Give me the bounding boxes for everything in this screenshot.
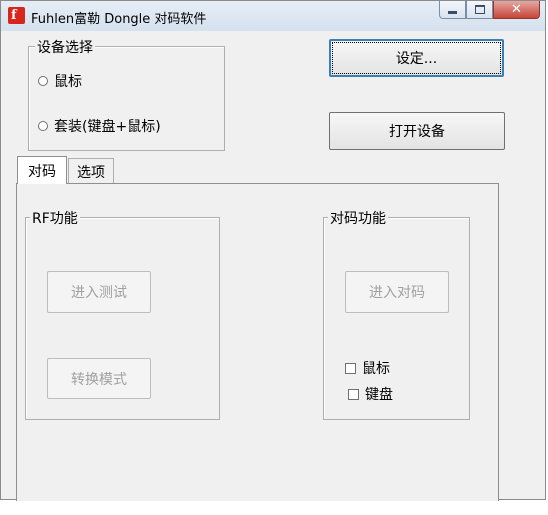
- close-button[interactable]: ✕: [493, 1, 540, 19]
- checkbox-square[interactable]: [345, 362, 356, 374]
- tab-panel: RF功能 进入测试 转换模式 对码功能 进入对码 鼠标 键盘: [16, 183, 499, 501]
- radio-mouse-label: 鼠标: [54, 74, 82, 90]
- device-select-group: 设备选择 鼠标 套装(键盘+鼠标): [28, 37, 225, 151]
- checkbox-square[interactable]: [348, 388, 359, 400]
- tab-options[interactable]: 选项: [68, 158, 114, 184]
- maximize-button[interactable]: [466, 1, 493, 19]
- open-device-button[interactable]: 打开设备: [329, 112, 505, 150]
- title-bar[interactable]: f Fuhlen富勒 Dongle 对码软件 ✕: [1, 1, 545, 31]
- radio-mouse[interactable]: 鼠标: [38, 71, 82, 91]
- radio-combo[interactable]: 套装(键盘+鼠标): [38, 116, 161, 136]
- radio-combo-label: 套装(键盘+鼠标): [54, 119, 161, 135]
- close-icon: ✕: [511, 2, 522, 17]
- checkbox-mouse[interactable]: 鼠标: [345, 358, 390, 378]
- checkbox-keyboard[interactable]: 键盘: [348, 384, 393, 404]
- minimize-button[interactable]: [439, 1, 466, 19]
- maximize-icon: [474, 5, 485, 14]
- device-select-legend: 设备选择: [35, 37, 95, 57]
- switch-mode-button[interactable]: 转换模式: [47, 358, 151, 399]
- rf-function-group: RF功能 进入测试 转换模式: [25, 208, 220, 420]
- enter-test-button[interactable]: 进入测试: [47, 271, 151, 313]
- main-window: f Fuhlen富勒 Dongle 对码软件 ✕ 设备选择 鼠标 套装(键盘+鼠…: [0, 0, 546, 501]
- radio-circle[interactable]: [38, 76, 48, 86]
- window-title: Fuhlen富勒 Dongle 对码软件: [31, 12, 207, 27]
- window-controls: ✕: [439, 1, 540, 20]
- radio-circle[interactable]: [38, 121, 48, 131]
- rf-function-legend: RF功能: [30, 208, 80, 228]
- settings-button[interactable]: 设定...: [329, 39, 504, 77]
- checkbox-keyboard-label: 键盘: [365, 387, 393, 403]
- minimize-icon: [448, 10, 457, 14]
- app-logo-icon: f: [8, 7, 25, 24]
- tab-pairing[interactable]: 对码: [17, 156, 67, 184]
- checkbox-mouse-label: 鼠标: [362, 361, 390, 377]
- pair-function-legend: 对码功能: [328, 208, 388, 228]
- pair-function-group: 对码功能 进入对码 鼠标 键盘: [323, 208, 470, 420]
- enter-pair-button[interactable]: 进入对码: [345, 271, 449, 313]
